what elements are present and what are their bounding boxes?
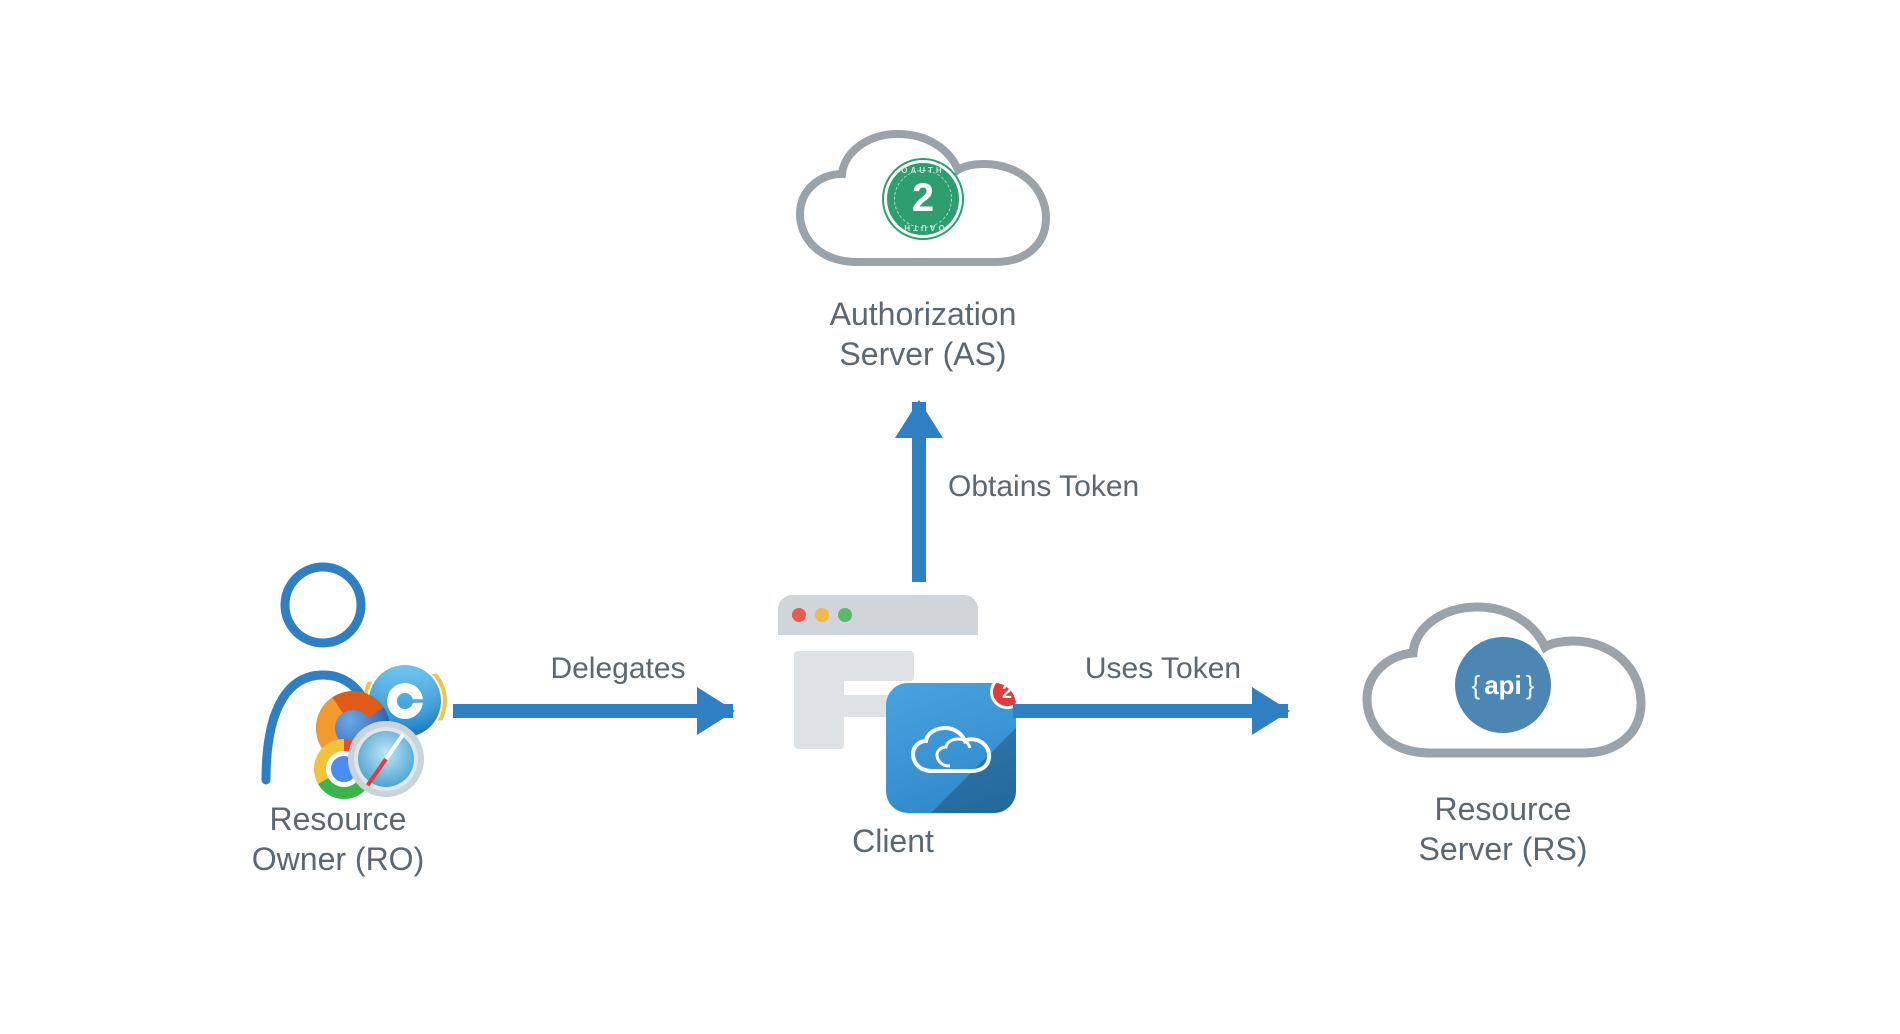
node-label: Authorization Server (AS) — [763, 294, 1083, 374]
node-label: Resource Server (RS) — [1318, 789, 1688, 869]
node-resource-owner: Resource Owner (RO) — [208, 555, 468, 879]
node-label: Client — [763, 821, 1023, 861]
cloud-icon: OAUTH 2 OAUTH — [788, 122, 1058, 282]
arrow-uses-token — [1013, 704, 1288, 718]
cloud-icon: {api} — [1353, 595, 1653, 775]
oauth-flow-diagram: OAUTH 2 OAUTH Authorization Server (AS) — [208, 122, 1692, 912]
arrow-obtains-token — [912, 402, 926, 582]
api-badge-icon: {api} — [1455, 637, 1551, 733]
edge-label-obtains-token: Obtains Token — [948, 470, 1178, 504]
user-with-browsers-icon — [238, 555, 438, 785]
oauth-version: 2 — [912, 176, 934, 221]
safari-icon — [348, 721, 424, 797]
arrow-delegates — [453, 704, 733, 718]
oauth-ring-text: OAUTH — [887, 166, 959, 175]
window-min-dot-icon — [815, 608, 829, 622]
oauth2-badge-icon: OAUTH 2 OAUTH — [884, 160, 962, 238]
cloud-app-tile-icon: 2 — [886, 683, 1016, 813]
browser-logos-icon — [314, 661, 444, 791]
window-max-dot-icon — [838, 608, 852, 622]
edge-label-uses-token: Uses Token — [1048, 652, 1278, 686]
client-app-icon: 2 — [778, 595, 1008, 805]
edge-label-delegates: Delegates — [508, 652, 728, 686]
node-client: 2 Client — [763, 595, 1023, 861]
oauth-ring-text: OAUTH — [887, 223, 959, 232]
window-close-dot-icon — [792, 608, 806, 622]
node-label: Resource Owner (RO) — [208, 799, 468, 879]
node-resource-server: {api} Resource Server (RS) — [1318, 595, 1688, 869]
node-authorization-server: OAUTH 2 OAUTH Authorization Server (AS) — [763, 122, 1083, 374]
